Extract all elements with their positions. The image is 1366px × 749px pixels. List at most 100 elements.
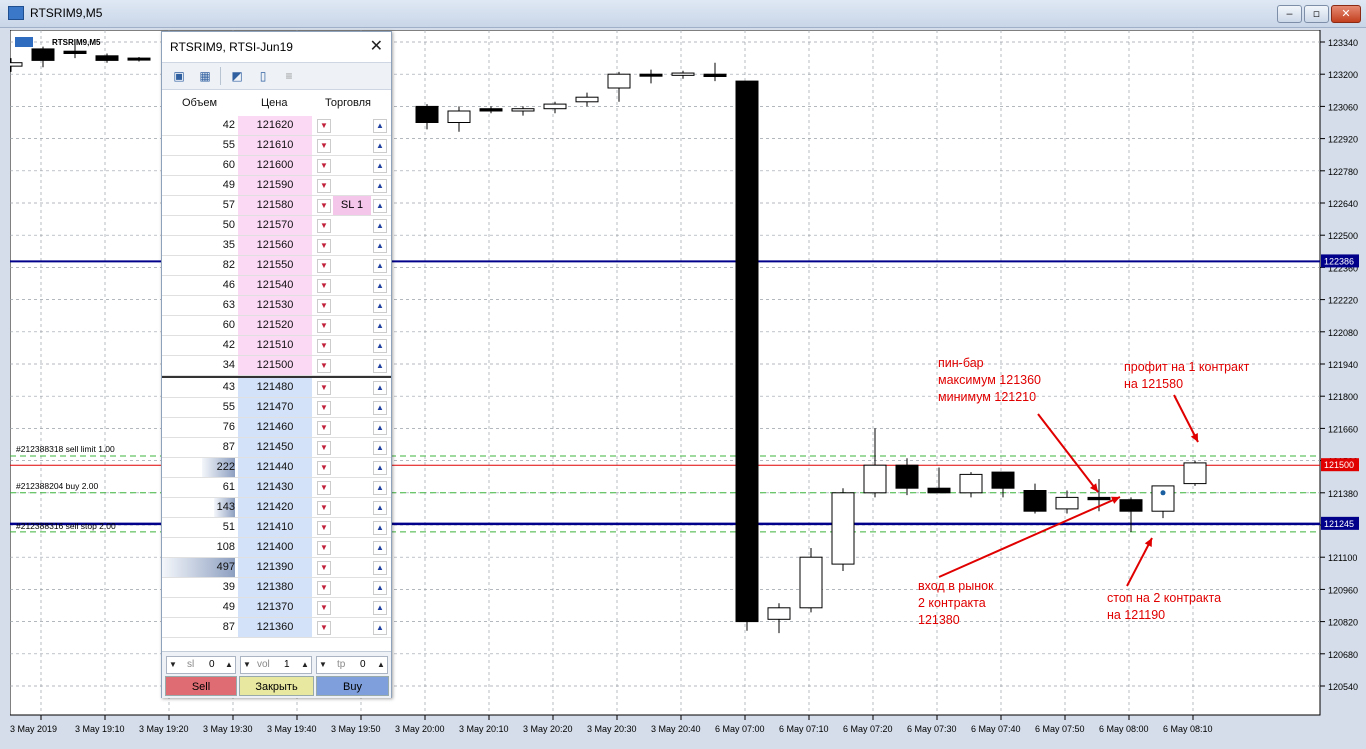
buy-at-price-icon[interactable]: ▲ [373,279,387,293]
buy-at-price-icon[interactable]: ▲ [373,441,387,455]
sell-at-price-icon[interactable]: ▼ [317,621,331,635]
price-cell[interactable]: 121440 [238,458,312,477]
price-cell[interactable]: 121520 [238,316,312,335]
sell-at-price-icon[interactable]: ▼ [317,601,331,615]
price-cell[interactable]: 121460 [238,418,312,437]
buy-at-price-icon[interactable]: ▲ [373,621,387,635]
price-cell[interactable]: 121610 [238,136,312,155]
sell-at-price-icon[interactable]: ▼ [317,199,331,213]
sell-at-price-icon[interactable]: ▼ [317,239,331,253]
sell-at-price-icon[interactable]: ▼ [317,581,331,595]
price-cell[interactable]: 121400 [238,538,312,557]
sell-at-price-icon[interactable]: ▼ [317,279,331,293]
close-position-button[interactable]: Закрыть [239,676,314,696]
price-cell[interactable]: 121590 [238,176,312,195]
sl-stepper[interactable]: ▼ sl 0 ▲ [166,656,236,674]
buy-at-price-icon[interactable]: ▲ [373,159,387,173]
price-cell[interactable]: 121600 [238,156,312,175]
sell-at-price-icon[interactable]: ▼ [317,359,331,373]
sell-at-price-icon[interactable]: ▼ [317,481,331,495]
price-cell[interactable]: 121500 [238,356,312,375]
sell-at-price-icon[interactable]: ▼ [317,381,331,395]
price-cell[interactable]: 121620 [238,116,312,135]
sell-at-price-icon[interactable]: ▼ [317,139,331,153]
sell-at-price-icon[interactable]: ▼ [317,541,331,555]
price-cell[interactable]: 121420 [238,498,312,517]
buy-at-price-icon[interactable]: ▲ [373,259,387,273]
buy-at-price-icon[interactable]: ▲ [373,179,387,193]
tp-stepper[interactable]: ▼ tp 0 ▲ [316,656,388,674]
minimize-button[interactable]: ‒ [1277,5,1302,23]
stop-loss-marker[interactable]: SL 1 [333,196,371,215]
tp-increase-icon[interactable]: ▲ [376,657,386,673]
settings-icon[interactable]: ≡ [280,68,298,84]
sell-at-price-icon[interactable]: ▼ [317,319,331,333]
sl-value[interactable]: 0 [209,657,215,673]
sell-at-price-icon[interactable]: ▼ [317,461,331,475]
grid-icon[interactable]: ▦ [196,68,214,84]
buy-at-price-icon[interactable]: ▲ [373,501,387,515]
price-cell[interactable]: 121360 [238,618,312,637]
sell-at-price-icon[interactable]: ▼ [317,501,331,515]
price-cell[interactable]: 121560 [238,236,312,255]
sell-button[interactable]: Sell [165,676,237,696]
vol-value[interactable]: 1 [284,657,290,673]
buy-at-price-icon[interactable]: ▲ [373,421,387,435]
buy-at-price-icon[interactable]: ▲ [373,541,387,555]
buy-at-price-icon[interactable]: ▲ [373,359,387,373]
sell-at-price-icon[interactable]: ▼ [317,299,331,313]
price-cell[interactable]: 121380 [238,578,312,597]
maximize-button[interactable]: ▫ [1304,5,1329,23]
price-cell[interactable]: 121410 [238,518,312,537]
buy-at-price-icon[interactable]: ▲ [373,339,387,353]
close-window-button[interactable]: ✕ [1331,5,1361,23]
vol-decrease-icon[interactable]: ▼ [242,657,252,673]
vol-stepper[interactable]: ▼ vol 1 ▲ [240,656,312,674]
buy-at-price-icon[interactable]: ▲ [373,139,387,153]
trade-icon[interactable]: ◩ [228,68,246,84]
sell-at-price-icon[interactable]: ▼ [317,119,331,133]
chart-icon[interactable]: ▣ [170,68,188,84]
buy-at-price-icon[interactable]: ▲ [373,199,387,213]
tp-decrease-icon[interactable]: ▼ [318,657,328,673]
buy-at-price-icon[interactable]: ▲ [373,299,387,313]
sell-at-price-icon[interactable]: ▼ [317,259,331,273]
sell-at-price-icon[interactable]: ▼ [317,159,331,173]
buy-at-price-icon[interactable]: ▲ [373,581,387,595]
buy-at-price-icon[interactable]: ▲ [373,119,387,133]
price-cell[interactable]: 121540 [238,276,312,295]
sell-at-price-icon[interactable]: ▼ [317,561,331,575]
vol-increase-icon[interactable]: ▲ [300,657,310,673]
price-cell[interactable]: 121470 [238,398,312,417]
sl-increase-icon[interactable]: ▲ [224,657,234,673]
price-cell[interactable]: 121570 [238,216,312,235]
buy-at-price-icon[interactable]: ▲ [373,319,387,333]
sell-at-price-icon[interactable]: ▼ [317,441,331,455]
buy-at-price-icon[interactable]: ▲ [373,461,387,475]
price-cell[interactable]: 121530 [238,296,312,315]
buy-at-price-icon[interactable]: ▲ [373,239,387,253]
price-cell[interactable]: 121450 [238,438,312,457]
tp-value[interactable]: 0 [360,657,366,673]
price-cell[interactable]: 121430 [238,478,312,497]
price-cell[interactable]: 121550 [238,256,312,275]
price-cell[interactable]: 121580 [238,196,312,215]
sell-at-price-icon[interactable]: ▼ [317,219,331,233]
sell-at-price-icon[interactable]: ▼ [317,179,331,193]
buy-at-price-icon[interactable]: ▲ [373,521,387,535]
buy-at-price-icon[interactable]: ▲ [373,601,387,615]
sl-decrease-icon[interactable]: ▼ [168,657,178,673]
sell-at-price-icon[interactable]: ▼ [317,421,331,435]
buy-at-price-icon[interactable]: ▲ [373,381,387,395]
sell-at-price-icon[interactable]: ▼ [317,401,331,415]
sell-at-price-icon[interactable]: ▼ [317,521,331,535]
price-cell[interactable]: 121480 [238,378,312,397]
price-cell[interactable]: 121390 [238,558,312,577]
dom-close-icon[interactable]: ✕ [370,36,383,56]
cylinder-icon[interactable]: ▯ [254,68,272,84]
buy-button[interactable]: Buy [316,676,389,696]
buy-at-price-icon[interactable]: ▲ [373,481,387,495]
sell-at-price-icon[interactable]: ▼ [317,339,331,353]
buy-at-price-icon[interactable]: ▲ [373,561,387,575]
buy-at-price-icon[interactable]: ▲ [373,401,387,415]
